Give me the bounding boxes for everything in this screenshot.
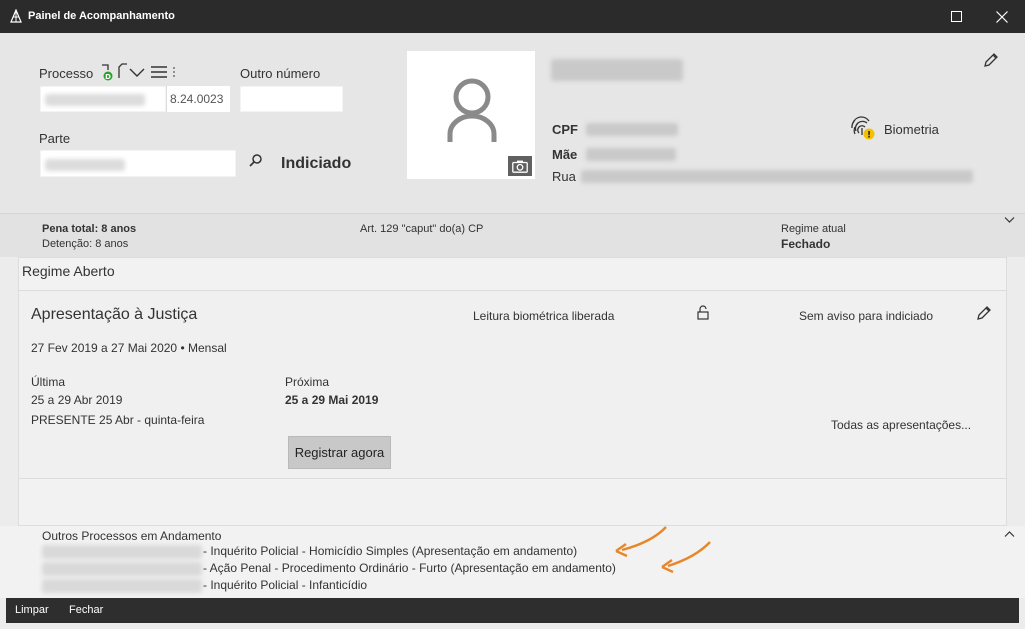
svg-text:D: D xyxy=(105,73,111,81)
outro-processo-item-3[interactable]: - Inquérito Policial - Infanticídio xyxy=(203,578,367,592)
redacted-rua xyxy=(581,170,973,183)
pena-artigo: Art. 129 "caput" do(a) CP xyxy=(360,223,484,235)
cpf-label: CPF xyxy=(552,122,578,137)
redacted-processo-3 xyxy=(42,579,202,593)
biometria-label: Biometria xyxy=(884,122,939,137)
rua-label: Rua xyxy=(552,169,576,184)
maximize-icon xyxy=(950,11,962,22)
pena-detencao: Detenção: 8 anos xyxy=(42,238,129,250)
redacted-cpf xyxy=(586,123,678,136)
processo-label: Processo xyxy=(39,66,94,81)
card-periodo: 27 Fev 2019 a 27 Mai 2020 • Mensal xyxy=(31,341,227,355)
regime-atual-label: Regime atual xyxy=(781,223,846,235)
close-button[interactable] xyxy=(979,0,1025,33)
processo-suffix: 8.24.0023 xyxy=(166,86,230,112)
proxima-periodo: 25 a 29 Mai 2019 xyxy=(285,393,379,407)
ultima-status: PRESENTE 25 Abr - quinta-feira xyxy=(31,413,205,427)
pena-summary-bar: Pena total: 8 anos Detenção: 8 anos Art.… xyxy=(0,213,1025,257)
outro-processo-item-1[interactable]: - Inquérito Policial - Homicídio Simples… xyxy=(203,544,577,558)
outro-numero-label: Outro número xyxy=(240,66,321,81)
proxima-label: Próxima xyxy=(285,375,330,389)
redacted-processo-number xyxy=(45,94,145,106)
aviso-status: Sem aviso para indiciado xyxy=(799,309,934,323)
processo-input[interactable] xyxy=(40,86,166,112)
regime-atual-value: Fechado xyxy=(781,237,831,251)
maximize-button[interactable] xyxy=(933,0,979,33)
fechar-button[interactable]: Fechar xyxy=(69,604,103,616)
redacted-parte-name xyxy=(45,159,125,171)
menu-icon[interactable] xyxy=(151,66,167,78)
app-logo-icon xyxy=(10,9,22,23)
chevron-up-icon[interactable] xyxy=(1004,530,1015,538)
apresentacao-card: Apresentação à Justiça Leitura biométric… xyxy=(19,290,1006,479)
mae-label: Mãe xyxy=(552,147,578,162)
svg-text:!: ! xyxy=(867,131,871,141)
ultima-periodo: 25 a 29 Abr 2019 xyxy=(31,393,123,407)
footer-bar: Limpar Fechar xyxy=(6,598,1019,623)
ultima-label: Última xyxy=(31,375,66,389)
redacted-processo-1 xyxy=(42,545,202,559)
fingerprint-warning-icon[interactable]: ! xyxy=(849,114,875,140)
outro-numero-input[interactable] xyxy=(240,86,343,112)
parte-label: Parte xyxy=(39,131,71,146)
edit-pencil-icon[interactable] xyxy=(983,52,999,68)
person-placeholder-icon xyxy=(447,78,497,142)
person-photo[interactable] xyxy=(407,51,535,179)
chevron-down-icon[interactable] xyxy=(129,68,145,78)
edit-field-icon[interactable] xyxy=(117,63,129,79)
indiciado-label: Indiciado xyxy=(281,155,352,172)
registrar-agora-button[interactable]: Registrar agora xyxy=(288,436,391,469)
outros-title: Outros Processos em Andamento xyxy=(42,529,222,543)
header-panel: Processo D 8.24.0023 Outro número Parte … xyxy=(0,33,1025,213)
redacted-processo-2 xyxy=(42,562,202,576)
limpar-button[interactable]: Limpar xyxy=(15,604,49,616)
unlock-icon[interactable] xyxy=(697,305,709,321)
regime-panel: Regime Aberto Apresentação à Justiça Lei… xyxy=(18,257,1007,526)
annotation-arrow-icon xyxy=(661,541,711,573)
edit-pencil-icon[interactable] xyxy=(976,305,992,321)
outro-processo-item-2[interactable]: - Ação Penal - Procedimento Ordinário - … xyxy=(203,561,616,575)
redacted-mae xyxy=(586,148,676,161)
parte-input[interactable] xyxy=(40,150,236,177)
leitura-biometrica-status: Leitura biométrica liberada xyxy=(473,309,615,323)
redacted-person-name xyxy=(551,59,683,81)
camera-icon xyxy=(512,160,528,173)
title-bar: Painel de Acompanhamento xyxy=(0,0,1025,33)
chevron-down-icon[interactable] xyxy=(1004,216,1015,224)
window-title: Painel de Acompanhamento xyxy=(28,10,175,22)
search-icon[interactable] xyxy=(249,153,263,167)
regime-title: Regime Aberto xyxy=(22,263,115,279)
todas-apresentacoes-link[interactable]: Todas as apresentações... xyxy=(831,418,971,432)
outros-processos-panel: Outros Processos em Andamento - Inquérit… xyxy=(0,526,1025,598)
pena-total: Pena total: 8 anos xyxy=(42,223,137,235)
document-badge-icon[interactable]: D xyxy=(100,62,116,82)
camera-button[interactable] xyxy=(508,156,532,176)
card-title: Apresentação à Justiça xyxy=(31,306,198,323)
more-icon[interactable] xyxy=(172,66,176,78)
close-icon xyxy=(996,10,1008,23)
